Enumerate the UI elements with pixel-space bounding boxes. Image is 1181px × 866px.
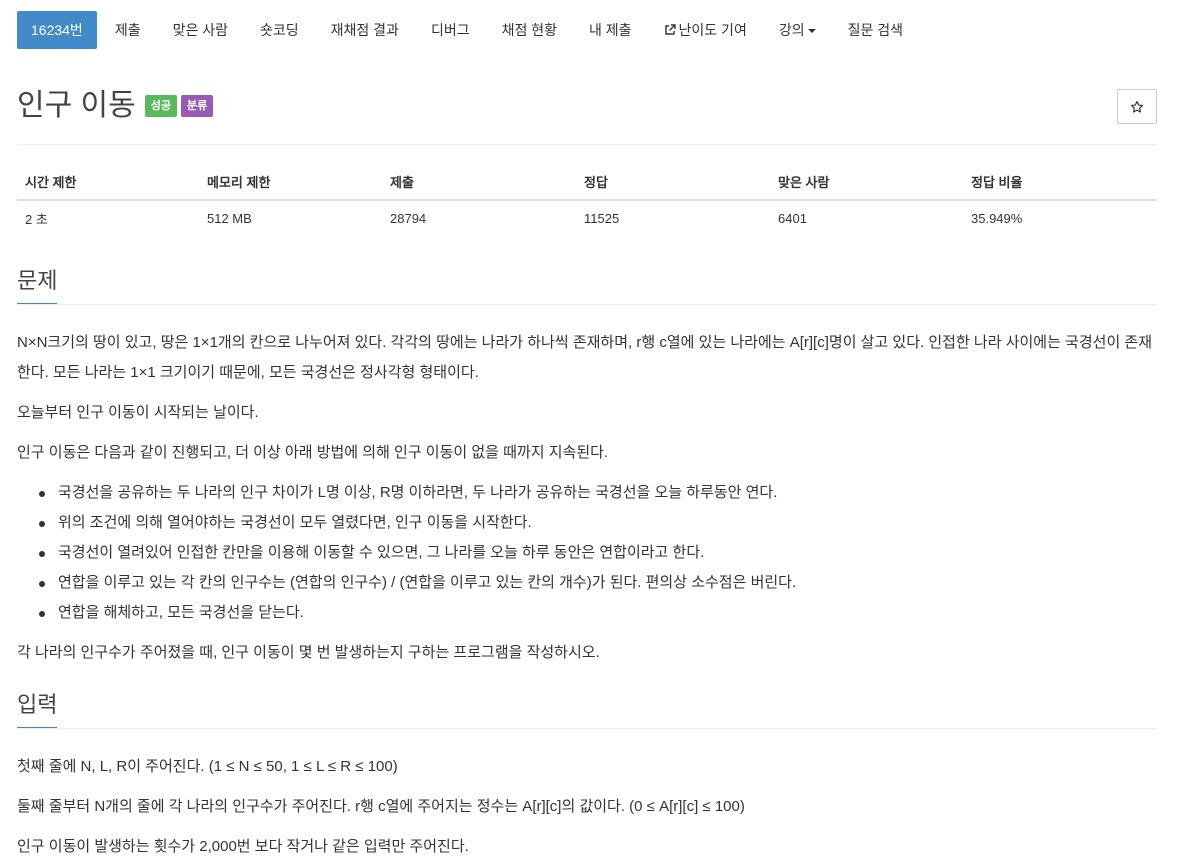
star-outline-icon xyxy=(1130,100,1144,113)
nav-rejudge-results[interactable]: 재채점 결과 xyxy=(315,11,415,49)
nav-question-search[interactable]: 질문 검색 xyxy=(832,11,919,49)
header-memory-limit: 메모리 제한 xyxy=(199,164,382,201)
problem-title-row: 인구 이동 성공 분류 xyxy=(17,86,214,126)
category-badge[interactable]: 분류 xyxy=(181,95,214,117)
header-submissions: 제출 xyxy=(382,164,576,201)
input-paragraph: 첫째 줄에 N, L, R이 주어진다. (1 ≤ N ≤ 50, 1 ≤ L … xyxy=(17,758,398,775)
problem-paragraph: 인구 이동은 다음과 같이 진행되고, 더 이상 아래 방법에 의해 인구 이동… xyxy=(17,444,609,461)
problem-section-header: 문제 xyxy=(17,266,1157,305)
input-paragraph: 인구 이동이 발생하는 횟수가 2,000번 보다 작거나 같은 입력만 주어진… xyxy=(17,838,469,855)
problem-nav: 16234번 제출 맞은 사람 숏코딩 재채점 결과 디버그 채점 현황 내 제… xyxy=(17,11,919,49)
value-accepted: 11525 xyxy=(584,210,620,226)
input-paragraph: 둘째 줄부터 N개의 줄에 각 나라의 인구수가 주어진다. r행 c열에 주어… xyxy=(17,798,745,815)
value-submissions: 28794 xyxy=(390,210,427,226)
input-section-title: 입력 xyxy=(17,690,58,729)
problem-section-title: 문제 xyxy=(17,266,58,305)
problem-info-table: 시간 제한 메모리 제한 제출 정답 맞은 사람 정답 비율 2 초 512 M… xyxy=(17,164,1157,235)
value-accepted-users: 6401 xyxy=(778,210,807,226)
title-divider xyxy=(17,144,1157,145)
value-memory-limit: 512 MB xyxy=(207,210,252,226)
problem-title: 인구 이동 xyxy=(17,89,136,122)
table-row: 2 초 512 MB 28794 11525 6401 35.949% xyxy=(17,200,1157,235)
nav-submit[interactable]: 제출 xyxy=(99,11,157,49)
nav-accepted-users[interactable]: 맞은 사람 xyxy=(157,11,244,49)
header-accept-ratio: 정답 비율 xyxy=(963,164,1157,201)
nav-difficulty-label: 난이도 기여 xyxy=(678,22,747,38)
nav-lectures-dropdown[interactable]: 강의 xyxy=(763,11,832,49)
problem-paragraph: N×N크기의 땅이 있고, 땅은 1×1개의 칸으로 나누어져 있다. 각각의 … xyxy=(17,334,1153,381)
nav-status[interactable]: 채점 현황 xyxy=(486,11,573,49)
list-item: 국경선이 열려있어 인접한 칸만을 이용해 이동할 수 있으면, 그 나라를 오… xyxy=(17,538,1157,568)
list-item: 연합을 이루고 있는 각 칸의 인구수는 (연합의 인구수) / (연합을 이루… xyxy=(17,568,1157,598)
list-item: 연합을 해체하고, 모든 국경선을 닫는다. xyxy=(17,598,1157,628)
nav-short-coding[interactable]: 숏코딩 xyxy=(244,11,315,49)
header-time-limit: 시간 제한 xyxy=(17,164,199,201)
input-section-header: 입력 xyxy=(17,690,1157,729)
nav-debug[interactable]: 디버그 xyxy=(415,11,486,49)
table-header-row: 시간 제한 메모리 제한 제출 정답 맞은 사람 정답 비율 xyxy=(17,164,1157,201)
status-badge-success: 성공 xyxy=(144,95,177,117)
problem-closing-paragraph: 각 나라의 인구수가 주어졌을 때, 인구 이동이 몇 번 발생하는지 구하는 … xyxy=(17,644,600,661)
nav-my-submissions[interactable]: 내 제출 xyxy=(573,11,648,49)
nav-difficulty-contribution[interactable]: 난이도 기여 xyxy=(648,11,763,49)
value-time-limit: 2 초 xyxy=(25,211,48,227)
header-accepted: 정답 xyxy=(576,164,770,201)
list-item: 국경선을 공유하는 두 나라의 인구 차이가 L명 이상, R명 이하라면, 두… xyxy=(17,478,1157,508)
nav-problem-number[interactable]: 16234번 xyxy=(17,11,97,49)
favorite-star-button[interactable] xyxy=(1117,89,1157,124)
caret-down-icon xyxy=(807,29,816,33)
value-accept-ratio: 35.949% xyxy=(971,210,1023,226)
migration-rules-list: 국경선을 공유하는 두 나라의 인구 차이가 L명 이상, R명 이하라면, 두… xyxy=(17,478,1157,628)
list-item: 위의 조건에 의해 열어야하는 국경선이 모두 열렸다면, 인구 이동을 시작한… xyxy=(17,508,1157,538)
nav-lectures-label: 강의 xyxy=(778,22,805,38)
external-link-icon xyxy=(664,24,676,35)
header-accepted-users: 맞은 사람 xyxy=(770,164,963,201)
problem-paragraph: 오늘부터 인구 이동이 시작되는 날이다. xyxy=(17,404,259,421)
